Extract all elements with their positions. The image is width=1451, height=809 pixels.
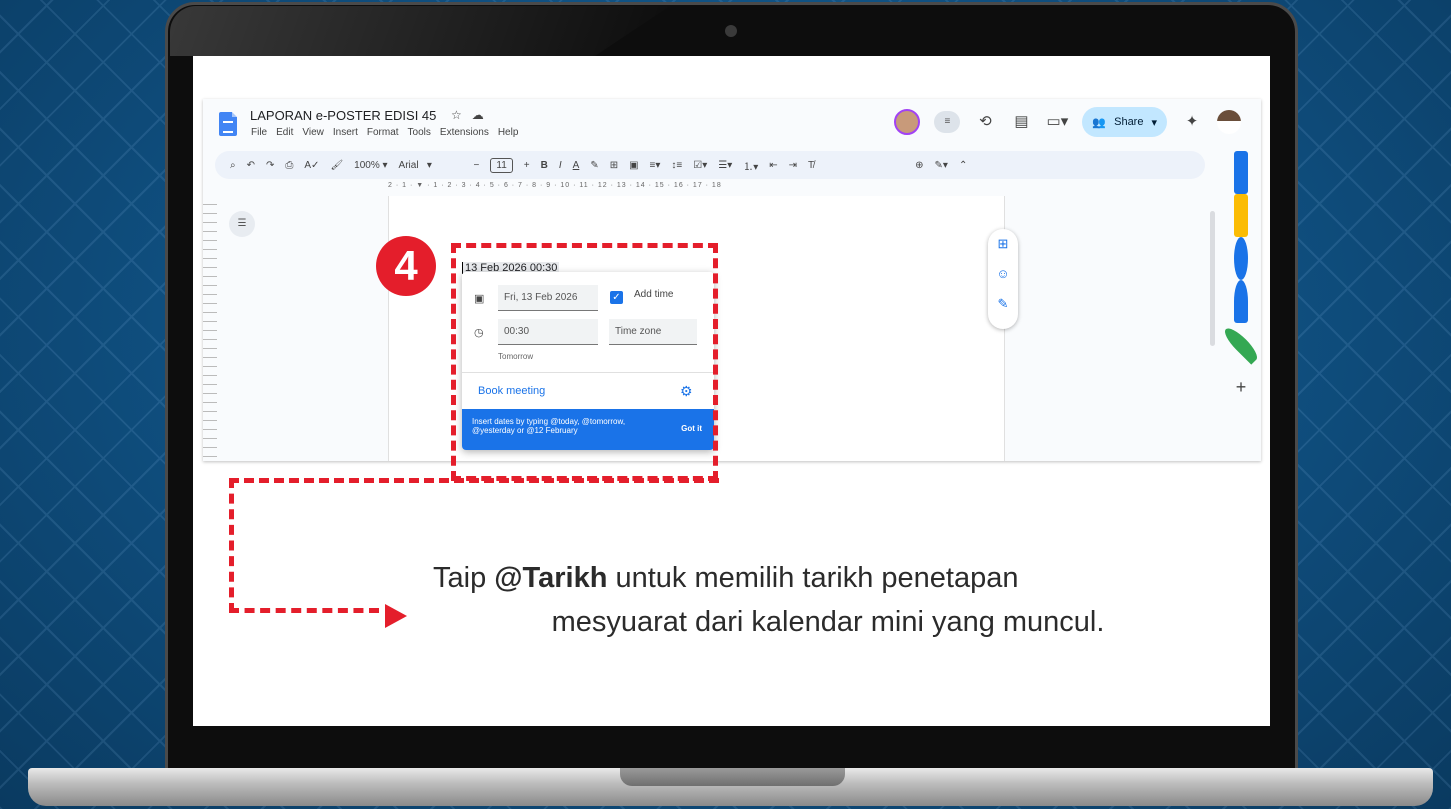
account-avatar[interactable] [1217,110,1241,134]
horizontal-ruler[interactable]: 2 · 1 · ▼ · 1 · 2 · 3 · 4 · 5 · 6 · 7 · … [388,182,1003,197]
paint-format-icon[interactable]: 🖌 [330,160,343,171]
formatting-toolbar: ⌕ ↶ ↷ ⎙ A✓ 🖌 100% ▾ Arial ▾ − 11 + B I A… [215,151,1205,179]
meet-icon[interactable]: ▭▾ [1046,111,1069,133]
font-size-input[interactable]: 11 [490,157,513,173]
vertical-ruler[interactable] [203,196,217,461]
comments-mode-icon[interactable]: ≡ [934,111,961,133]
vertical-scrollbar[interactable] [1210,211,1215,346]
menu-extensions[interactable]: Extensions [440,127,489,138]
instruction-prefix: Taip [433,562,495,594]
font-select[interactable]: Arial ▾ [399,160,463,171]
webcam-icon [725,25,737,37]
add-icon-toolbar[interactable]: ⊕ [915,160,923,171]
add-comment-icon[interactable]: ⊞ [988,229,1018,259]
instruction-text: Taip @Tarikh untuk memilih tarikh peneta… [433,556,1223,644]
collaborator-avatar[interactable] [894,109,921,135]
menu-file[interactable]: File [251,127,267,138]
menu-edit[interactable]: Edit [276,127,293,138]
menu-tools[interactable]: Tools [408,127,431,138]
bold-icon[interactable]: B [541,160,548,171]
menu-format[interactable]: Format [367,127,399,138]
history-icon[interactable]: ⟲ [974,111,996,133]
laptop-notch [620,768,845,786]
people-icon: 👥 [1092,116,1107,129]
emoji-reaction-icon[interactable]: ☺ [988,259,1018,289]
star-icon[interactable]: ☆ [451,108,472,122]
zoom-select[interactable]: 100% ▾ [354,160,387,171]
chevron-down-icon[interactable]: ▾ [1151,116,1157,129]
highlight-icon[interactable]: ✎ [590,160,598,171]
suggest-edits-icon[interactable]: ✎ [988,289,1018,319]
title-icons: ☆☁ [451,108,494,122]
undo-icon[interactable]: ↶ [247,160,255,171]
share-button[interactable]: 👥 Share ▾ [1082,107,1167,137]
redo-icon[interactable]: ↷ [266,160,274,171]
laptop-screen: LAPORAN e-POSTER EDISI 45 ☆☁ File Edit V… [193,56,1270,726]
spellcheck-icon[interactable]: A✓ [304,160,319,171]
share-label: Share [1114,116,1144,128]
header-actions: ≡ ⟲ ▤ ▭▾ 👥 Share ▾ ✦ [894,107,1241,137]
italic-icon[interactable]: I [559,160,562,171]
screen-glare [170,6,670,56]
maps-icon[interactable] [1220,323,1261,366]
text-color-icon[interactable]: A [573,160,580,171]
add-addon-icon[interactable]: + [1228,366,1254,409]
decrease-font-icon[interactable]: − [474,160,480,171]
google-docs-window: LAPORAN e-POSTER EDISI 45 ☆☁ File Edit V… [203,99,1261,461]
keep-icon[interactable] [1228,194,1254,237]
collapse-toolbar-icon[interactable]: ⌃ [959,160,967,171]
align-icon[interactable]: ≡▾ [650,160,661,171]
calendar-icon[interactable] [1228,151,1254,194]
print-icon[interactable]: ⎙ [285,160,293,171]
insert-link-icon[interactable]: ⊞ [610,160,618,171]
highlight-box [451,243,718,481]
numbered-list-icon[interactable]: ⒈▾ [743,158,758,173]
increase-font-icon[interactable]: + [524,160,530,171]
instruction-rest: untuk memilih tarikh penetapan [607,562,1019,594]
checklist-icon[interactable]: ☑▾ [693,160,707,171]
menu-bar: File Edit View Insert Format Tools Exten… [251,127,518,138]
comment-icon[interactable]: ▤ [1010,111,1032,133]
zoom-value: 100% [354,159,380,171]
search-icon[interactable]: ⌕ [230,160,236,171]
step-number-badge: 4 [376,236,436,296]
document-title[interactable]: LAPORAN e-POSTER EDISI 45 [250,108,436,123]
insert-image-icon[interactable]: ▣ [629,160,638,171]
side-panel-rail: + [1220,151,1261,409]
menu-help[interactable]: Help [498,127,519,138]
instruction-keyword: @Tarikh [494,562,608,594]
increase-indent-icon[interactable]: ⇥ [789,160,797,171]
tasks-icon[interactable] [1228,237,1254,280]
contacts-icon[interactable] [1228,280,1254,323]
menu-view[interactable]: View [302,127,324,138]
clear-formatting-icon[interactable]: T̸ [808,160,814,171]
editing-mode-icon[interactable]: ✎▾ [935,160,948,171]
cloud-status-icon[interactable]: ☁ [472,108,494,122]
floating-actions: ⊞ ☺ ✎ [988,229,1018,329]
document-outline-icon[interactable]: ☰ [229,211,255,237]
connector-bottom [229,608,379,613]
line-spacing-icon[interactable]: ↕≡ [671,160,682,171]
decrease-indent-icon[interactable]: ⇤ [769,160,777,171]
instruction-line2: mesyuarat dari kalendar mini yang muncul… [551,606,1105,638]
docs-logo-icon[interactable] [219,112,237,136]
gemini-icon[interactable]: ✦ [1181,111,1203,133]
font-name: Arial [398,159,419,171]
arrow-right-icon [385,604,407,628]
menu-insert[interactable]: Insert [333,127,358,138]
bullet-list-icon[interactable]: ☰▾ [718,160,732,171]
